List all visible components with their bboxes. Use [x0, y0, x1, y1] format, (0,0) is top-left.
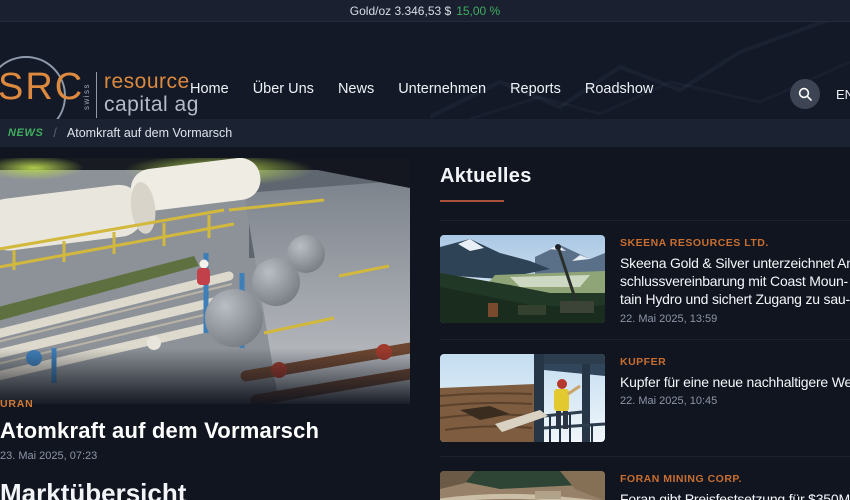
aktuelles-sidebar: Aktuelles — [440, 165, 850, 500]
news-list-item-skeena[interactable]: SKEENA RESOURCES LTD. Skeena Gold & Silv… — [440, 220, 850, 339]
news-item-text: KUPFER Kupfer für eine neue nachhaltiger… — [620, 354, 850, 442]
news-item-category: KUPFER — [620, 356, 850, 368]
logo-divider — [96, 72, 97, 118]
nav-item-roadshow[interactable]: Roadshow — [585, 81, 654, 97]
article-date: 23. Mai 2025, 07:23 — [0, 450, 97, 462]
nav-item-unternehmen[interactable]: Unternehmen — [398, 81, 486, 97]
news-item-text: SKEENA RESOURCES LTD. Skeena Gold & Silv… — [620, 235, 850, 325]
article-title: Atomkraft auf dem Vormarsch — [0, 418, 319, 444]
search-button[interactable] — [790, 79, 820, 109]
news-item-text: FORAN MINING CORP. Foran gibt Preisfests… — [620, 471, 850, 500]
nav-item-reports[interactable]: Reports — [510, 81, 561, 97]
site-header: SRC swiss resource capital ag Home Über … — [0, 22, 850, 119]
article-hero-image — [0, 158, 410, 404]
aktuelles-heading-underline — [440, 200, 504, 202]
gold-price-label: Gold/oz 3.346,53 $ — [350, 4, 451, 18]
nav-item-news[interactable]: News — [338, 81, 374, 97]
news-item-title: Kupfer für eine neue nachhaltigere Welt — [620, 373, 850, 391]
news-item-title: Skeena Gold & Silver unterzeichnet An- s… — [620, 254, 850, 309]
logo-swiss-text: swiss — [82, 74, 91, 118]
article-section-heading: Marktübersicht — [0, 478, 186, 500]
language-switcher[interactable]: EN — [836, 87, 850, 102]
news-thumbnail-mine-site-aerial — [440, 471, 605, 500]
news-item-title: Foran gibt Preisfestsetzung für $350M No… — [620, 490, 850, 500]
gold-change-value: 15,00 % — [456, 4, 500, 18]
background-chart-line-decoration — [430, 22, 850, 119]
article-category-tag[interactable]: URAN — [0, 398, 34, 410]
news-list: SKEENA RESOURCES LTD. Skeena Gold & Silv… — [440, 220, 850, 500]
search-icon — [798, 87, 812, 101]
nav-item-home[interactable]: Home — [190, 81, 229, 97]
logo-acronym: SRC — [0, 66, 84, 109]
news-item-category: FORAN MINING CORP. — [620, 473, 850, 485]
gold-ticker-bar: Gold/oz 3.346,53 $ 15,00 % — [0, 0, 850, 22]
breadcrumb-current-page: Atomkraft auf dem Vormarsch — [67, 126, 232, 140]
news-item-date: 22. Mai 2025, 13:59 — [620, 313, 850, 325]
aktuelles-heading: Aktuelles — [440, 165, 850, 188]
main-navigation: Home Über Uns News Unternehmen Reports R… — [190, 81, 653, 97]
news-list-item-kupfer[interactable]: KUPFER Kupfer für eine neue nachhaltiger… — [440, 339, 850, 456]
article-header-block: URAN Atomkraft auf dem Vormarsch 23. Mai… — [0, 158, 410, 404]
news-item-date: 22. Mai 2025, 10:45 — [620, 395, 850, 407]
news-list-item-foran[interactable]: FORAN MINING CORP. Foran gibt Preisfests… — [440, 456, 850, 500]
breadcrumb-separator: / — [53, 126, 56, 140]
logo-resource-text: resource — [104, 70, 190, 94]
logo-capital-text: capital ag — [104, 93, 199, 117]
news-thumbnail-mountain-valley-drill-rig — [440, 235, 605, 323]
nav-item-ueber-uns[interactable]: Über Uns — [253, 81, 314, 97]
breadcrumb-section-news[interactable]: NEWS — [8, 127, 43, 139]
news-thumbnail-open-pit-mine-viewpoint — [440, 354, 605, 442]
news-item-category: SKEENA RESOURCES LTD. — [620, 237, 850, 249]
breadcrumb: NEWS / Atomkraft auf dem Vormarsch — [0, 119, 850, 147]
